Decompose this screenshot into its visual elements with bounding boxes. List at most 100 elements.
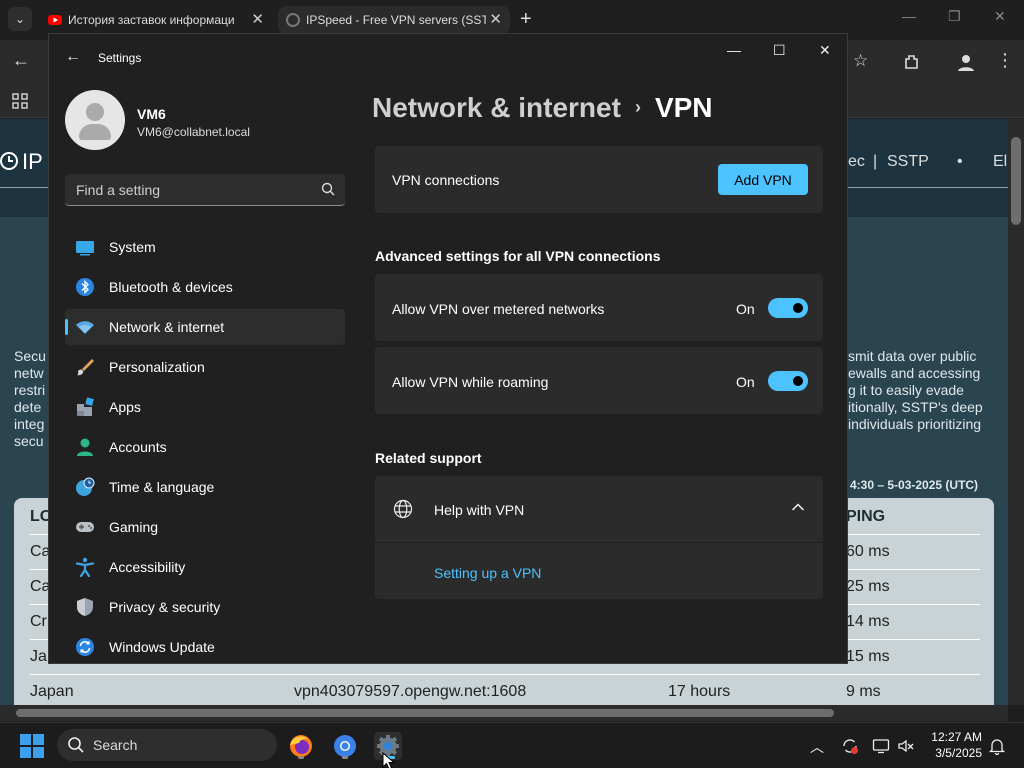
taskbar-firefox[interactable]: [287, 732, 315, 760]
table-cell-ping: 15 ms: [846, 648, 890, 665]
search-icon[interactable]: [321, 182, 335, 196]
user-name: VM6: [137, 106, 166, 122]
tab-title: История заставок информаци: [68, 13, 235, 27]
nav-item-privacy[interactable]: Privacy & security: [65, 589, 345, 625]
user-email: VM6@collabnet.local: [137, 125, 250, 139]
taskbar-search[interactable]: Search: [57, 729, 277, 761]
back-arrow-icon[interactable]: ←: [65, 48, 81, 66]
horizontal-scroll-thumb[interactable]: [16, 709, 834, 717]
sync-alert-icon[interactable]: [841, 737, 859, 755]
bookmark-star-icon[interactable]: ☆: [853, 51, 868, 71]
proto-fragment[interactable]: ec: [848, 153, 865, 171]
page-title: VPN: [654, 92, 713, 123]
selection-indicator: [65, 319, 68, 335]
toggle-knob: [793, 376, 803, 386]
browser-tab-ipspeed[interactable]: IPSpeed - Free VPN servers (SST ✕: [278, 6, 510, 34]
vpn-connections-label: VPN connections: [392, 172, 500, 188]
nav-item-apps[interactable]: Apps: [65, 389, 345, 425]
minimize-icon[interactable]: —: [727, 42, 741, 58]
maximize-icon[interactable]: ☐: [773, 42, 786, 59]
nav-item-network[interactable]: Network & internet: [65, 309, 345, 345]
update-icon: [76, 638, 94, 656]
para-right-line: g it to easily evade: [848, 382, 964, 398]
close-window-icon[interactable]: ✕: [994, 8, 1006, 25]
show-hidden-icons-chevron-icon[interactable]: ︿: [810, 737, 828, 755]
card-divider: [375, 542, 823, 543]
find-setting-input[interactable]: [65, 174, 315, 205]
proto-sstp[interactable]: SSTP: [887, 153, 929, 171]
toggle-state-text: On: [736, 374, 755, 390]
para-left-line: secu: [14, 433, 44, 449]
close-icon[interactable]: ✕: [819, 42, 831, 59]
tab-title: IPSpeed - Free VPN servers (SST: [306, 13, 486, 27]
setting-up-vpn-link[interactable]: Setting up a VPN: [434, 565, 541, 581]
roaming-toggle[interactable]: [768, 371, 808, 391]
table-cell-location: Japan: [30, 683, 74, 700]
breadcrumb-parent[interactable]: Network & internet: [372, 92, 621, 123]
para-left-line: Secu: [14, 348, 46, 364]
toggle-knob: [793, 303, 803, 313]
nav-label: Apps: [109, 399, 141, 415]
nav-item-personalization[interactable]: Personalization: [65, 349, 345, 385]
system-icon: [76, 241, 94, 256]
kebab-menu-icon[interactable]: ⋮: [996, 50, 1014, 71]
new-tab-button[interactable]: +: [520, 8, 532, 31]
browser-tab-youtube[interactable]: История заставок информаци ✕: [40, 6, 272, 34]
shield-icon: [77, 598, 93, 616]
proto-fragment[interactable]: El: [993, 153, 1007, 171]
site-brand[interactable]: IP: [22, 149, 43, 175]
toggle-label: Allow VPN while roaming: [392, 374, 549, 390]
youtube-icon: [48, 15, 62, 25]
taskbar-chrome[interactable]: [331, 732, 359, 760]
nav-label: Bluetooth & devices: [109, 279, 233, 295]
nav-label: Windows Update: [109, 639, 215, 655]
restore-icon[interactable]: ❐: [948, 8, 961, 25]
avatar[interactable]: [65, 90, 125, 150]
clock-date: 3/5/2025: [935, 746, 982, 760]
metered-networks-toggle[interactable]: [768, 298, 808, 318]
close-tab-icon[interactable]: ✕: [251, 6, 264, 34]
nav-label: Personalization: [109, 359, 205, 375]
accessibility-icon: [75, 557, 95, 577]
close-tab-icon[interactable]: ✕: [489, 6, 502, 34]
taskbar: Search ︿ 12:27 AM 3/5/2025: [0, 722, 1024, 768]
table-cell-host[interactable]: vpn403079597.opengw.net:1608: [294, 683, 526, 701]
row-divider: [30, 674, 980, 675]
chevron-up-icon[interactable]: [791, 502, 805, 512]
volume-muted-icon[interactable]: [897, 737, 915, 755]
nav-item-bluetooth[interactable]: Bluetooth & devices: [65, 269, 345, 305]
nav-label: Privacy & security: [109, 599, 221, 615]
taskbar-search-label: Search: [93, 737, 138, 753]
table-cell-ping: 60 ms: [846, 543, 890, 560]
help-title[interactable]: Help with VPN: [434, 502, 524, 518]
accounts-icon: [77, 438, 93, 456]
nav-item-system[interactable]: System: [65, 229, 345, 265]
back-arrow-icon[interactable]: ←: [12, 50, 30, 71]
nav-item-windows-update[interactable]: Windows Update: [65, 629, 345, 663]
table-cell-location: Ja: [30, 648, 47, 665]
add-vpn-button[interactable]: Add VPN: [718, 164, 808, 195]
toggle-label: Allow VPN over metered networks: [392, 301, 605, 317]
table-cell-uptime: 17 hours: [668, 683, 731, 700]
vertical-scroll-thumb[interactable]: [1011, 137, 1021, 225]
apps-grid-icon[interactable]: [12, 93, 28, 109]
nav-item-accounts[interactable]: Accounts: [65, 429, 345, 465]
table-cell-location: Cr: [30, 613, 47, 630]
tab-search-dropdown[interactable]: ⌄: [8, 7, 32, 31]
profile-icon[interactable]: [956, 52, 976, 72]
taskbar-clock[interactable]: 12:27 AM 3/5/2025: [926, 729, 982, 761]
metered-networks-card: Allow VPN over metered networks On: [375, 274, 823, 341]
extensions-icon[interactable]: [903, 53, 921, 71]
minimize-icon[interactable]: —: [902, 8, 916, 24]
nav-item-time-language[interactable]: Time & language: [65, 469, 345, 505]
table-cell-ping: 25 ms: [846, 578, 890, 595]
nav-item-gaming[interactable]: Gaming: [65, 509, 345, 545]
notification-bell-icon[interactable]: [988, 737, 1006, 755]
nav-label: System: [109, 239, 156, 255]
network-status-icon[interactable]: [872, 737, 890, 755]
site-logo-icon: [0, 152, 18, 170]
clock-time: 12:27 AM: [931, 730, 982, 744]
nav-item-accessibility[interactable]: Accessibility: [65, 549, 345, 585]
mouse-cursor-icon: [382, 752, 396, 768]
windows-start-icon[interactable]: [20, 734, 44, 758]
